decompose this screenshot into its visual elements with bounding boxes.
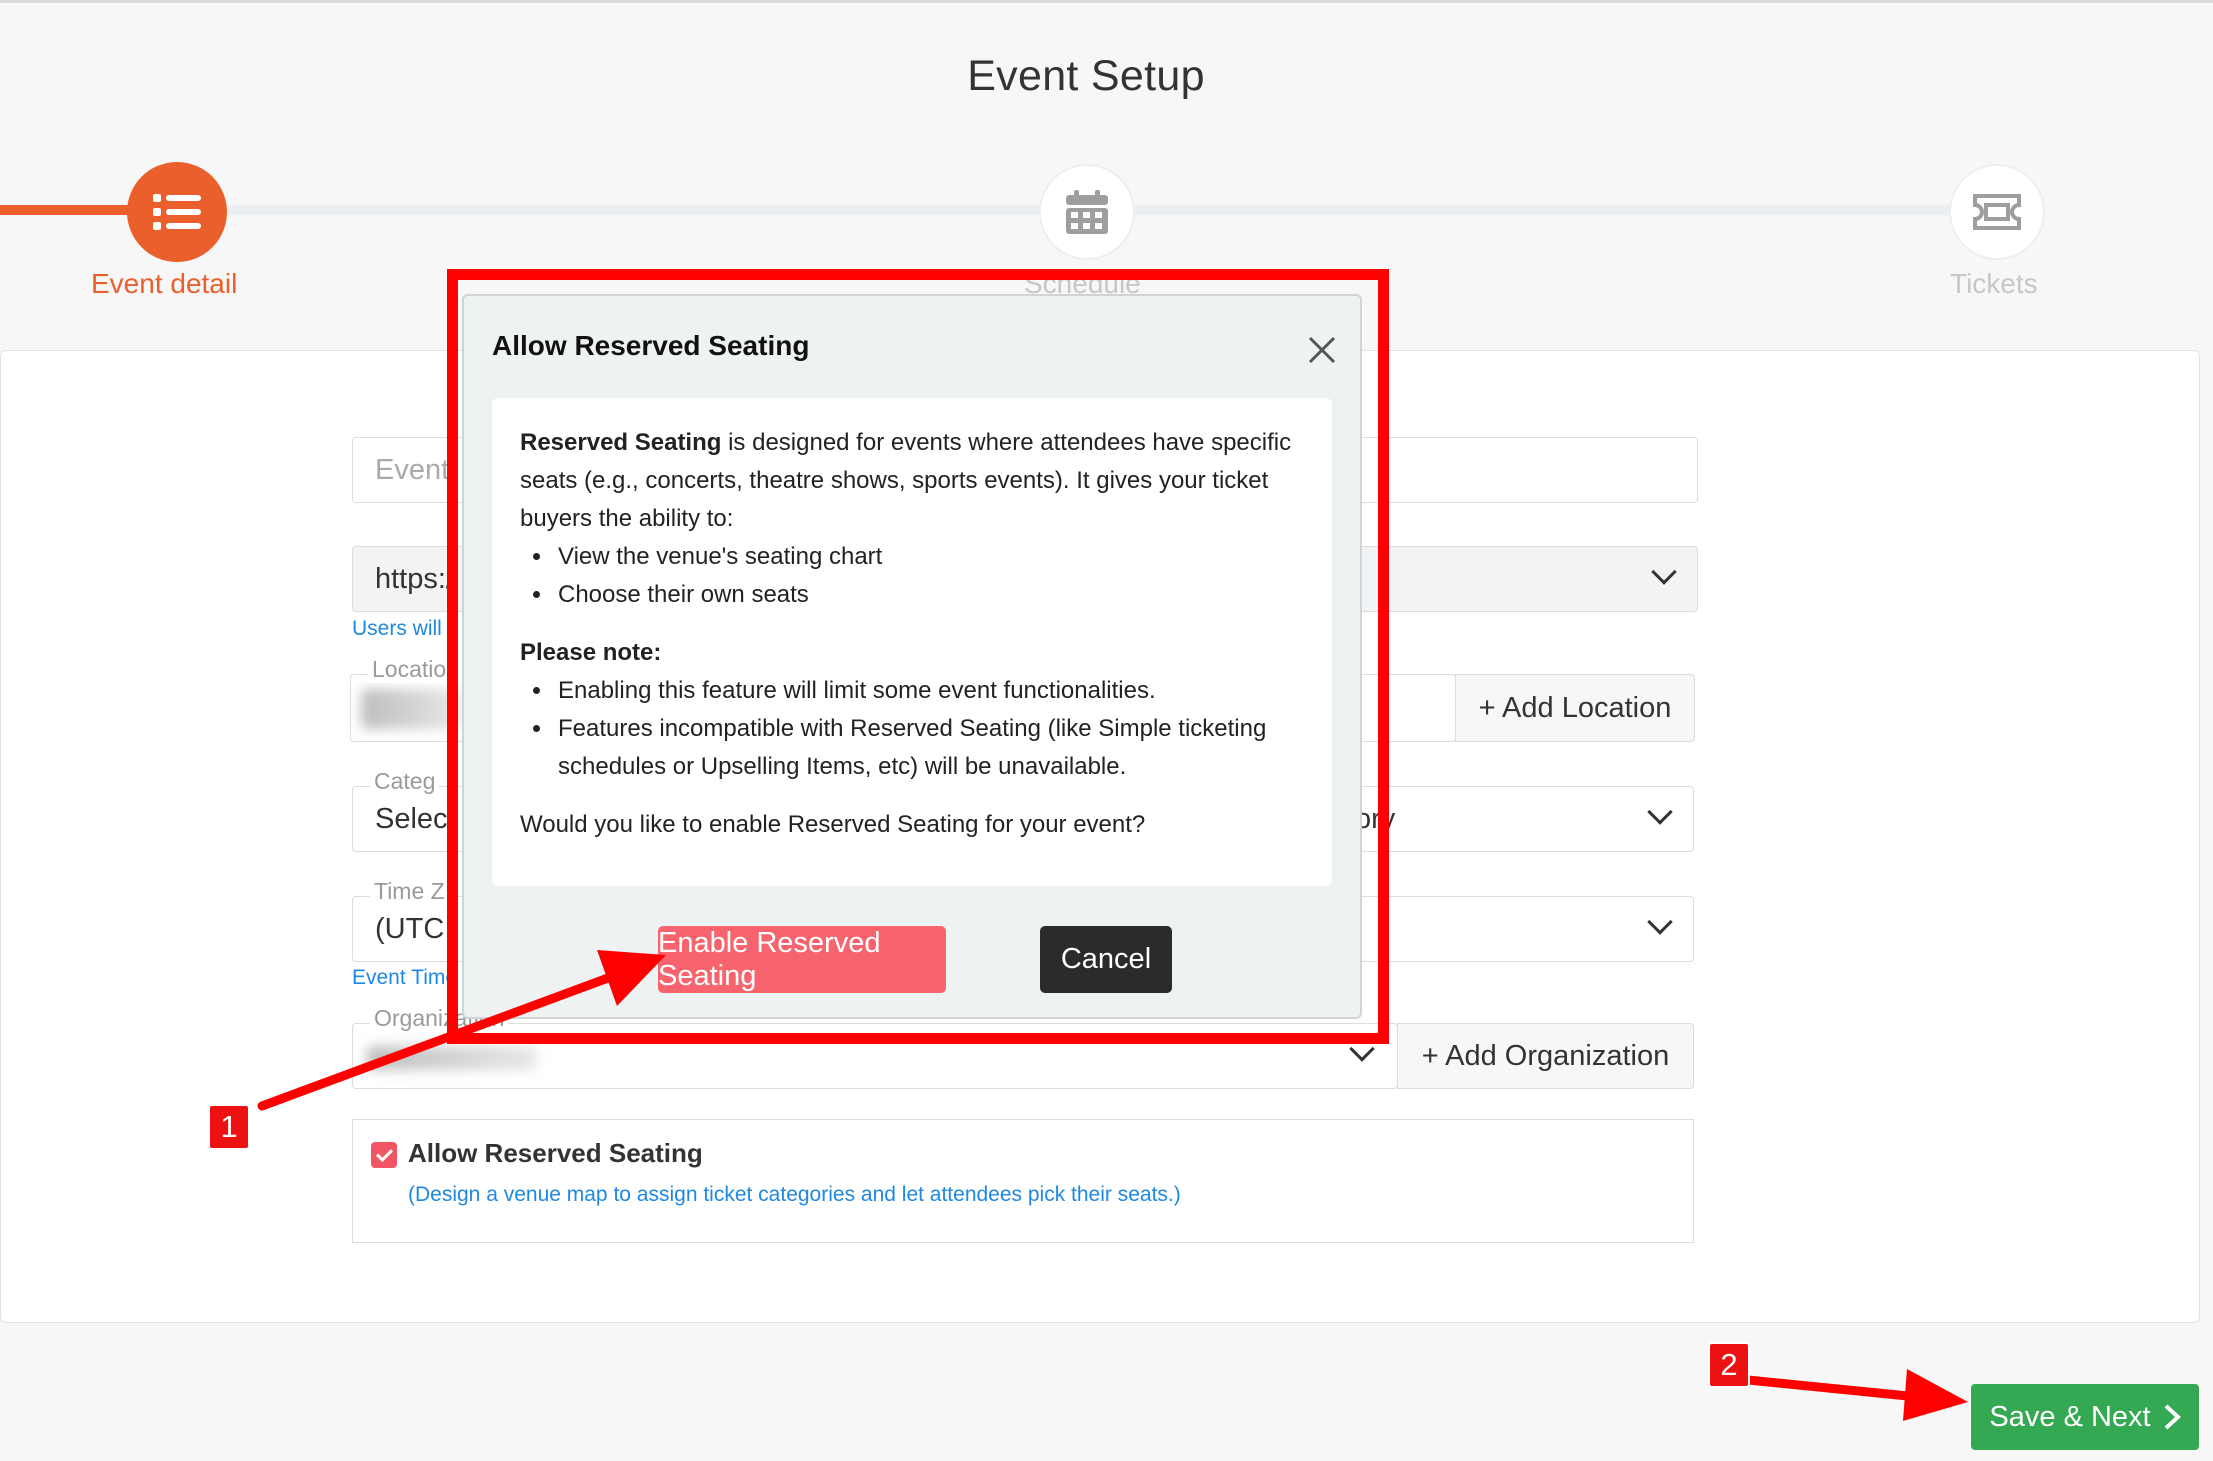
reserved-seating-option: Allow Reserved Seating (Design a venue m…: [352, 1119, 1694, 1243]
list-icon: [153, 194, 201, 230]
url-prefix-text: https:/: [375, 563, 454, 595]
annotation-highlight-box: [447, 269, 1389, 1044]
step-event-detail[interactable]: [127, 162, 227, 262]
step-tickets[interactable]: [1949, 164, 2045, 260]
timezone-label: Time Z: [370, 878, 449, 905]
stepper-progress: [0, 205, 130, 215]
step-schedule[interactable]: [1039, 164, 1135, 260]
category-value: Selec: [375, 803, 448, 835]
url-hint: Users will: [352, 617, 442, 640]
timezone-value: (UTC: [375, 913, 445, 945]
stepper-track: [0, 205, 2000, 215]
chevron-down-icon: [1647, 799, 1673, 825]
chevron-down-icon: [1651, 559, 1677, 585]
event-name-placeholder: Event: [375, 454, 450, 486]
chevron-down-icon: [1647, 909, 1673, 935]
save-next-label: Save & Next: [1989, 1400, 2151, 1433]
redacted-organization: [367, 1046, 537, 1070]
reserved-seating-description: (Design a venue map to assign ticket cat…: [408, 1183, 1181, 1206]
add-organization-button[interactable]: + Add Organization: [1397, 1023, 1694, 1089]
step-label-event-detail: Event detail: [91, 268, 238, 299]
top-divider: [0, 0, 2213, 3]
timezone-hint: Event Time: [352, 966, 458, 989]
annotation-badge-2: 2: [1708, 1342, 1750, 1388]
annotation-badge-1: 1: [208, 1104, 250, 1150]
category-label: Categ: [370, 768, 440, 795]
calendar-icon: [1066, 190, 1108, 234]
chevron-right-icon: [2164, 1404, 2181, 1430]
page-title: Event Setup: [967, 52, 1205, 100]
reserved-seating-label: Allow Reserved Seating: [408, 1138, 703, 1168]
add-location-button[interactable]: + Add Location: [1455, 674, 1695, 742]
redacted-location: [361, 689, 461, 729]
ticket-icon: [1973, 194, 2021, 230]
save-next-button[interactable]: Save & Next: [1971, 1384, 2199, 1450]
reserved-seating-checkbox[interactable]: [371, 1142, 397, 1168]
step-label-tickets: Tickets: [1950, 268, 2038, 299]
